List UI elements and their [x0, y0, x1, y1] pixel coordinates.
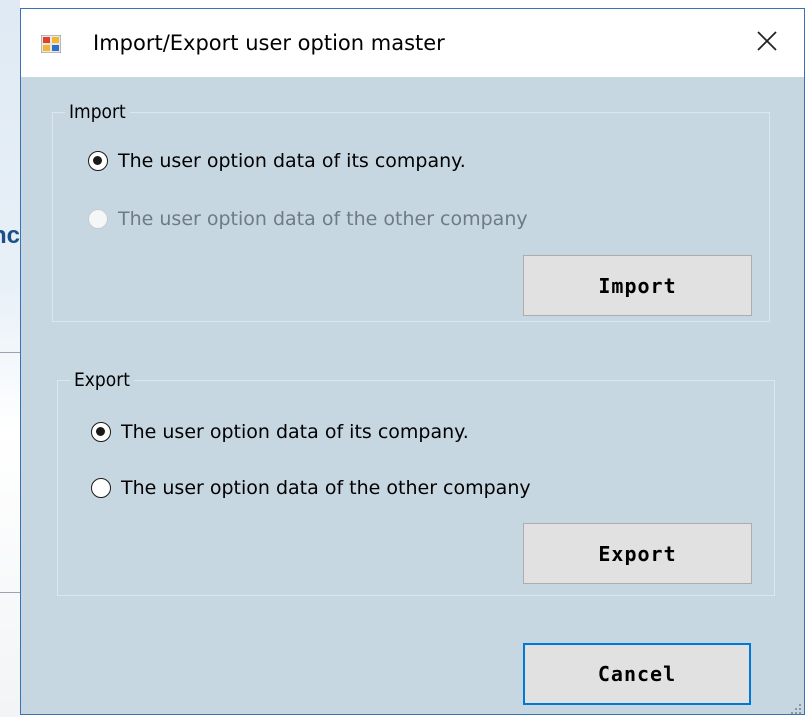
export-group-label: Export [70, 369, 134, 391]
radio-button-unchecked[interactable] [91, 478, 111, 498]
import-group-label: Import [65, 101, 130, 123]
resize-grip-icon[interactable] [790, 700, 802, 714]
import-button[interactable]: Import [523, 255, 752, 316]
title-bar[interactable]: Import/Export user option master [21, 9, 804, 77]
background-divider [0, 592, 20, 593]
background-text-fragment: nc [0, 222, 20, 249]
export-radio-other-company[interactable]: The user option data of the other compan… [91, 477, 531, 499]
close-icon [756, 30, 778, 56]
import-radio-own-company[interactable]: The user option data of its company. [88, 150, 466, 172]
window-title: Import/Export user option master [93, 31, 445, 55]
cancel-button[interactable]: Cancel [523, 643, 751, 705]
export-radio-other-company-label: The user option data of the other compan… [121, 477, 531, 499]
export-radio-own-company[interactable]: The user option data of its company. [91, 421, 469, 443]
radio-button-checked[interactable] [91, 422, 111, 442]
import-radio-own-company-label: The user option data of its company. [118, 150, 466, 172]
import-radio-other-company-label: The user option data of the other compan… [118, 208, 528, 230]
radio-button-checked[interactable] [88, 151, 108, 171]
close-button[interactable] [730, 9, 804, 77]
export-button[interactable]: Export [523, 523, 752, 584]
background-window [0, 0, 20, 717]
import-radio-other-company[interactable]: The user option data of the other compan… [88, 208, 528, 230]
radio-button-disabled[interactable] [88, 209, 108, 229]
import-export-dialog: Import/Export user option master Import … [20, 8, 805, 715]
background-divider [0, 352, 20, 353]
app-icon [40, 34, 62, 54]
export-radio-own-company-label: The user option data of its company. [121, 421, 469, 443]
